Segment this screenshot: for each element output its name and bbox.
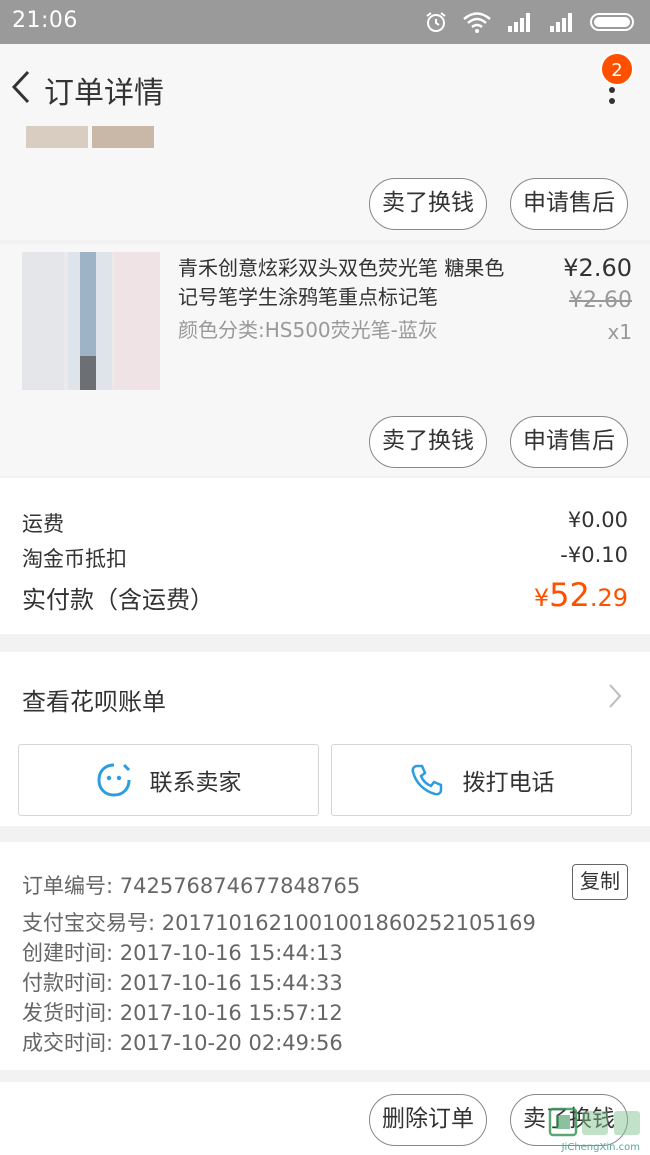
product-quantity: x1	[607, 320, 632, 344]
battery-icon	[590, 13, 634, 31]
order-number: 订单编号: 742576874677848765	[22, 874, 361, 898]
copy-button[interactable]: 复制	[572, 864, 628, 900]
coin-deduction-label: 淘金币抵扣	[22, 547, 127, 571]
delete-order-button[interactable]: 删除订单	[369, 1094, 487, 1146]
paid-time: 付款时间: 2017-10-16 15:44:33	[22, 971, 343, 995]
shipped-time: 发货时间: 2017-10-16 15:57:12	[22, 1001, 343, 1025]
watermark-text: JiChengXin.com	[561, 1142, 640, 1153]
coin-deduction-value: -¥0.10	[560, 543, 628, 567]
product-price: ¥2.60	[563, 254, 632, 282]
resell-button[interactable]: 卖了换钱	[369, 416, 487, 468]
product-image[interactable]	[22, 252, 160, 390]
product-block-1: 卖了换钱 申请售后	[0, 126, 650, 240]
resell-button[interactable]: 卖了换钱	[369, 178, 487, 230]
after-sale-button[interactable]: 申请售后	[510, 178, 628, 230]
status-time: 21:06	[12, 8, 78, 33]
nav-bar: 订单详情 2	[0, 44, 650, 130]
closed-time: 成交时间: 2017-10-20 02:49:56	[22, 1031, 343, 1055]
back-arrow-icon[interactable]	[8, 66, 38, 108]
chevron-right-icon[interactable]	[608, 683, 622, 709]
huabei-bill-link[interactable]: 查看花呗账单	[22, 682, 166, 717]
alarm-icon	[426, 12, 446, 32]
created-time: 创建时间: 2017-10-16 15:44:13	[22, 941, 343, 965]
call-phone-button[interactable]: 拨打电话	[331, 744, 632, 816]
signal-icon-2	[550, 13, 572, 32]
phone-icon	[411, 764, 442, 796]
signal-icon	[508, 13, 530, 32]
call-phone-label: 拨打电话	[462, 770, 555, 796]
shipping-value: ¥0.00	[567, 508, 628, 532]
alipay-trade-number: 支付宝交易号: 2017101621001001860252105169	[22, 911, 536, 935]
product-sku: 颜色分类:HS500荧光笔-蓝灰	[178, 318, 438, 342]
status-icons	[424, 10, 638, 34]
product-original-price: ¥2.60	[569, 288, 632, 313]
status-bar: 21:06	[0, 0, 650, 44]
contact-seller-button[interactable]: 联系卖家	[18, 744, 319, 816]
page-title: 订单详情	[44, 76, 164, 111]
contact-seller-label: 联系卖家	[149, 770, 242, 796]
product-title[interactable]: 青禾创意炫彩双头双色荧光笔 糖果色记号笔学生涂鸦笔重点标记笔	[178, 254, 518, 312]
notification-badge: 2	[600, 52, 634, 86]
chat-smile-icon	[96, 763, 130, 797]
paid-amount-label: 实付款（含运费）	[22, 586, 214, 614]
shipping-label: 运费	[22, 512, 64, 536]
after-sale-button[interactable]: 申请售后	[510, 416, 628, 468]
product-image-thumbnail[interactable]	[26, 126, 156, 148]
wifi-icon	[463, 12, 491, 33]
paid-amount-value: ¥52.29	[533, 576, 628, 614]
